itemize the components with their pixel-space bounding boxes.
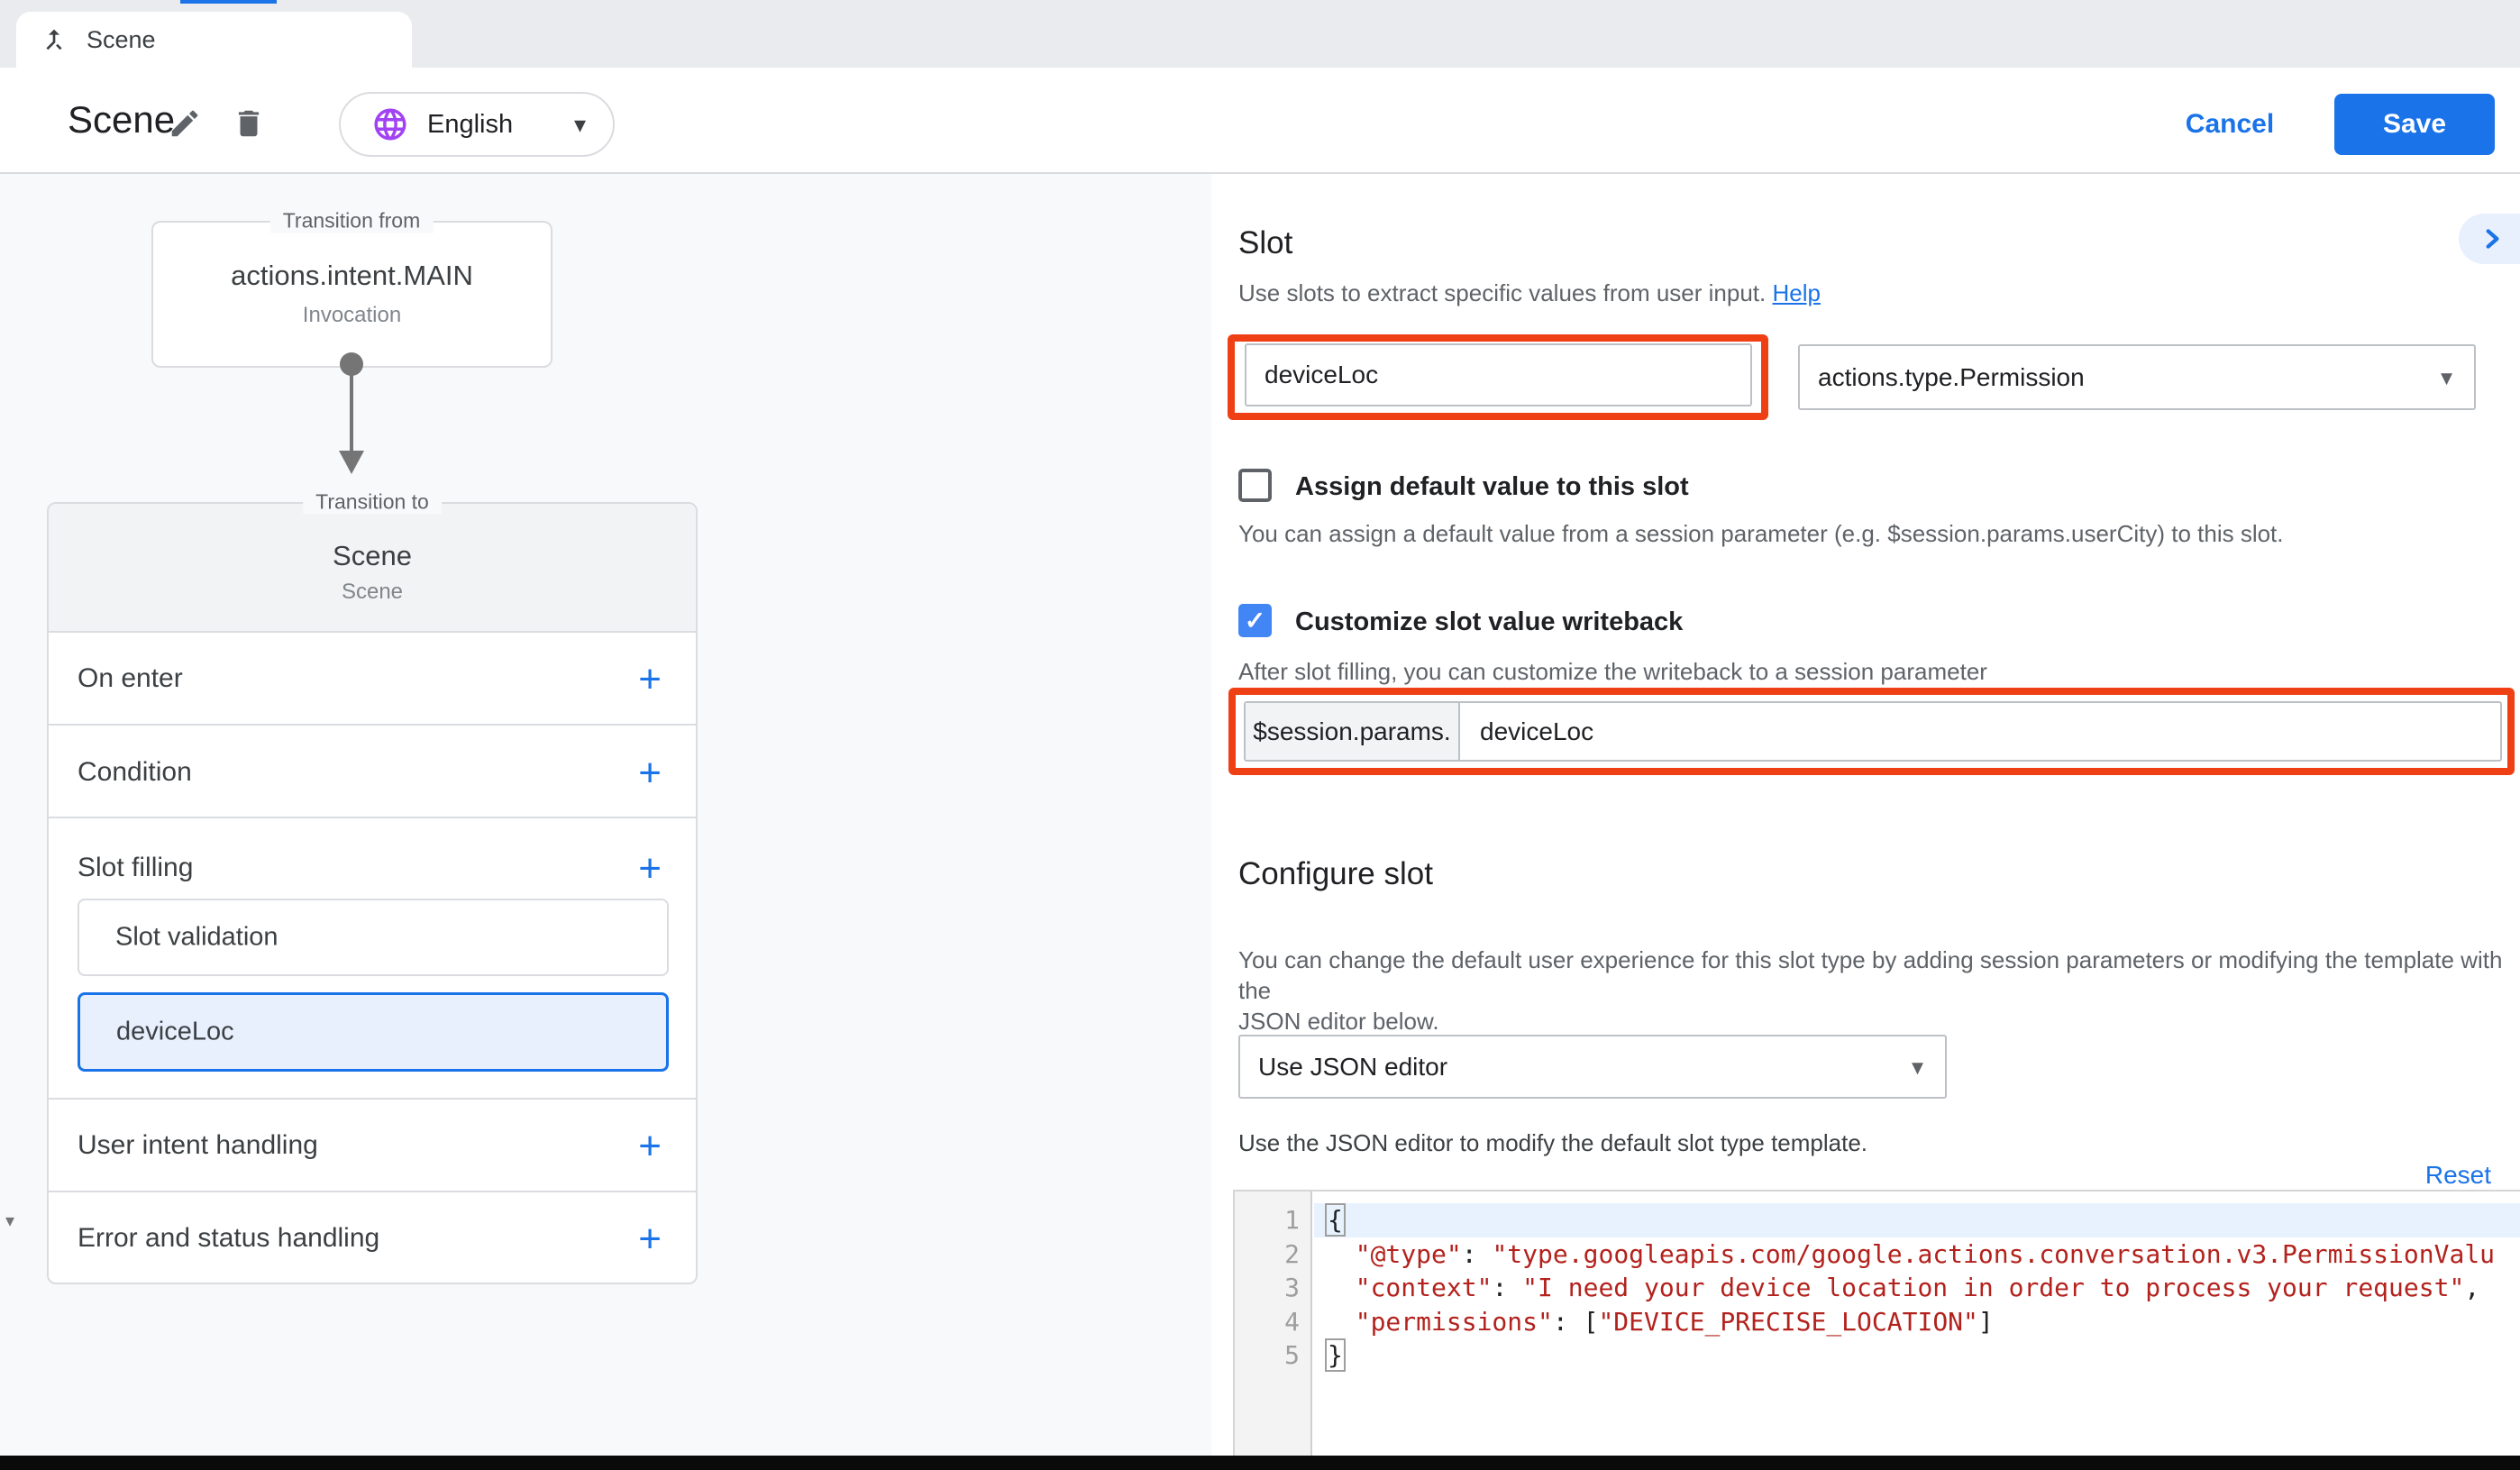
caret-down-icon: ▾ xyxy=(2441,363,2452,391)
assign-default-label: Assign default value to this slot xyxy=(1295,472,1689,502)
add-condition-button[interactable]: + xyxy=(638,753,662,793)
row-user-intent-handling[interactable]: User intent handling + xyxy=(49,1100,696,1192)
delete-scene-button[interactable] xyxy=(232,106,266,141)
chip-slot-validation[interactable]: Slot validation xyxy=(78,899,669,976)
writeback-description: After slot filling, you can customize th… xyxy=(1238,658,1987,686)
code-line: { xyxy=(1314,1203,2520,1237)
row-condition[interactable]: Condition + xyxy=(49,727,696,818)
row-label-on-enter: On enter xyxy=(78,663,183,694)
slot-type-select[interactable]: actions.type.Permission ▾ xyxy=(1798,344,2476,410)
assign-default-checkbox[interactable] xyxy=(1238,469,1272,502)
writeback-value: deviceLoc xyxy=(1460,703,2500,760)
assign-default-description: You can assign a default value from a se… xyxy=(1238,520,2284,548)
row-label-condition: Condition xyxy=(78,757,192,788)
chip-device-loc-label: deviceLoc xyxy=(116,1018,234,1047)
row-label-user-intent: User intent handling xyxy=(78,1130,318,1161)
code-line: } xyxy=(1314,1338,2520,1373)
transition-to-legend: Transition to xyxy=(303,490,442,515)
merge-arrow-icon xyxy=(40,25,68,54)
reset-link[interactable]: Reset xyxy=(2343,1161,2491,1190)
connector-arrowhead-icon xyxy=(339,451,364,474)
fold-toggle-icon[interactable]: ▾ xyxy=(5,1210,14,1232)
slot-type-value: actions.type.Permission xyxy=(1818,363,2085,392)
writeback-prefix: $session.params. xyxy=(1246,703,1460,760)
slot-section-title: Slot xyxy=(1238,225,1292,261)
pencil-icon xyxy=(168,129,202,144)
caret-down-icon: ▾ xyxy=(1912,1053,1923,1081)
gutter-line-number: 1 xyxy=(1235,1203,1300,1237)
json-editor[interactable]: 12345 { "@type": "type.googleapis.com/go… xyxy=(1233,1190,2520,1456)
connector-line xyxy=(350,364,353,454)
transition-from-box[interactable] xyxy=(151,221,552,368)
language-selector[interactable]: English ▾ xyxy=(339,92,615,157)
slot-help-text-body: Use slots to extract specific values fro… xyxy=(1238,279,1766,306)
row-on-enter[interactable]: On enter + xyxy=(49,633,696,726)
add-on-enter-button[interactable]: + xyxy=(638,660,662,699)
chip-slot-validation-label: Slot validation xyxy=(115,923,278,953)
bottom-black-bar xyxy=(0,1456,2520,1470)
globe-icon xyxy=(371,105,409,143)
add-error-status-button[interactable]: + xyxy=(638,1219,662,1259)
code-line: "permissions": ["DEVICE_PRECISE_LOCATION… xyxy=(1314,1305,2520,1339)
configure-description-line2: JSON editor below. xyxy=(1238,1006,2520,1036)
gutter-line-number: 3 xyxy=(1235,1271,1300,1305)
editor-mode-value: Use JSON editor xyxy=(1258,1053,1447,1082)
gutter-line-number: 2 xyxy=(1235,1237,1300,1272)
slot-help-text: Use slots to extract specific values fro… xyxy=(1238,279,1821,307)
row-slot-filling[interactable]: Slot filling + Slot validation deviceLoc xyxy=(49,820,696,1100)
caret-down-icon: ▾ xyxy=(574,111,586,139)
writeback-checkbox[interactable]: ✓ xyxy=(1238,604,1272,637)
check-icon: ✓ xyxy=(1245,607,1265,635)
chip-device-loc[interactable]: deviceLoc xyxy=(78,992,669,1072)
configure-slot-title: Configure slot xyxy=(1238,856,1433,892)
scene-card-title: Scene xyxy=(49,540,696,572)
connector-dot xyxy=(340,352,363,376)
edit-scene-button[interactable] xyxy=(168,106,202,141)
tab-label: Scene xyxy=(87,26,156,54)
gutter-line-number: 4 xyxy=(1235,1305,1300,1339)
cancel-button[interactable]: Cancel xyxy=(2167,94,2293,155)
tab-scene[interactable]: Scene xyxy=(16,12,412,68)
transition-from-subtitle: Invocation xyxy=(151,303,552,328)
chevron-right-icon xyxy=(2479,225,2506,252)
json-editor-help-text: Use the JSON editor to modify the defaul… xyxy=(1238,1129,1867,1157)
writeback-input[interactable]: $session.params. deviceLoc xyxy=(1244,701,2502,762)
slot-name-input[interactable]: deviceLoc xyxy=(1245,343,1752,406)
scene-card-subtitle: Scene xyxy=(49,580,696,605)
top-accent-strip xyxy=(180,0,277,4)
add-slot-button[interactable]: + xyxy=(638,849,662,889)
code-line: "@type": "type.googleapis.com/google.act… xyxy=(1314,1237,2520,1272)
transition-from-legend: Transition from xyxy=(270,209,434,233)
writeback-label: Customize slot value writeback xyxy=(1295,607,1683,637)
transition-to-card: Scene Scene On enter + Condition + Slot … xyxy=(47,502,698,1284)
configure-description-line1: You can change the default user experien… xyxy=(1238,945,2520,1006)
page-title: Scene xyxy=(68,68,175,172)
transition-from-title: actions.intent.MAIN xyxy=(151,260,552,292)
slot-name-value: deviceLoc xyxy=(1265,361,1378,389)
row-error-status-handling[interactable]: Error and status handling + xyxy=(49,1192,696,1283)
editor-mode-select[interactable]: Use JSON editor ▾ xyxy=(1238,1035,1947,1099)
configure-slot-description: You can change the default user experien… xyxy=(1238,945,2520,1036)
language-label: English xyxy=(427,110,513,140)
help-link[interactable]: Help xyxy=(1772,279,1820,306)
row-label-error-status: Error and status handling xyxy=(78,1223,379,1254)
gutter-line-number: 5 xyxy=(1235,1338,1300,1373)
code-line: "context": "I need your device location … xyxy=(1314,1271,2520,1305)
trash-icon xyxy=(232,129,266,144)
save-button[interactable]: Save xyxy=(2334,94,2495,155)
add-user-intent-button[interactable]: + xyxy=(638,1127,662,1166)
row-label-slot-filling: Slot filling xyxy=(78,853,193,883)
collapse-panel-button[interactable] xyxy=(2459,214,2520,264)
